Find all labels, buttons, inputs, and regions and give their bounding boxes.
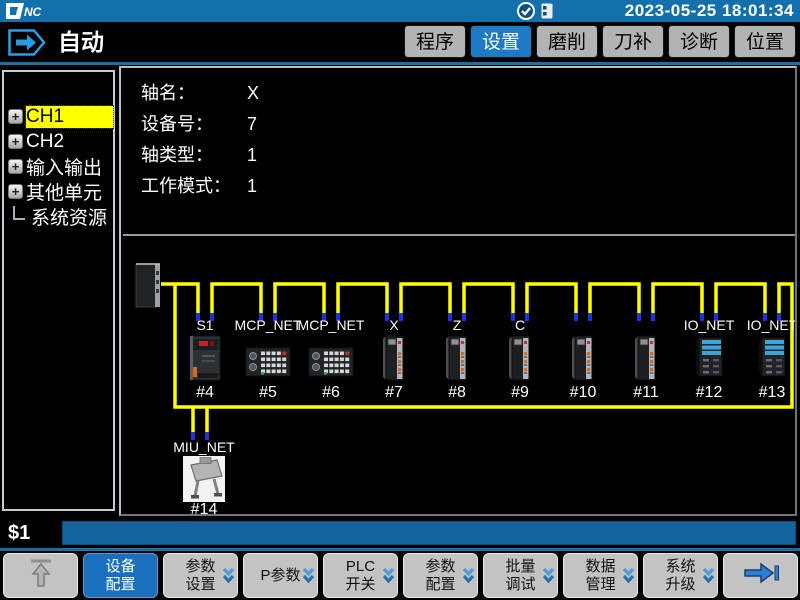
svg-text:#9: #9 xyxy=(511,384,529,401)
network-device-11: #11 xyxy=(633,336,659,401)
network-device-13: IO_NET #13 xyxy=(747,317,795,401)
channel-indicator: $1 xyxy=(8,518,30,548)
softkey-page-up[interactable] xyxy=(3,553,78,598)
host-controller-device xyxy=(136,264,160,307)
chevron-down-icon xyxy=(702,567,715,589)
svg-text:#13: #13 xyxy=(759,384,786,401)
tab-位置[interactable]: 位置 xyxy=(734,25,796,58)
page-up-arrow-icon xyxy=(24,556,58,595)
tree-elbow-icon xyxy=(13,206,25,220)
network-device-6: MCP_NET #6 xyxy=(298,317,365,401)
auto-mode-icon xyxy=(8,29,46,56)
tab-程序[interactable]: 程序 xyxy=(404,25,466,58)
svg-text:IO_NET: IO_NET xyxy=(684,317,735,333)
softkey-label: 系统升级 xyxy=(665,558,695,594)
mode-label: 自动 xyxy=(58,22,104,62)
network-device-14: MIU_NET #14 xyxy=(173,439,235,514)
svg-text:MCP_NET: MCP_NET xyxy=(298,317,365,333)
tab-磨削[interactable]: 磨削 xyxy=(536,25,598,58)
svg-text:#6: #6 xyxy=(322,384,340,401)
tree-item-CH1[interactable]: +CH1 xyxy=(4,104,113,129)
svg-text:NC: NC xyxy=(24,5,42,19)
softkey-label: PLC开关 xyxy=(345,558,375,594)
chevron-down-icon xyxy=(542,567,555,589)
network-device-8: Z #8 xyxy=(446,317,466,401)
datetime: 2023-05-25 18:01:34 xyxy=(625,0,794,22)
network-device-5: MCP_NET #5 xyxy=(235,317,302,401)
softkey-label: 批量调试 xyxy=(505,558,535,594)
expand-plus-icon[interactable]: + xyxy=(8,134,23,149)
softkey-p-param[interactable]: P参数 xyxy=(243,553,318,598)
svg-text:S1: S1 xyxy=(196,317,213,333)
main-panel: 轴名：X设备号：7轴类型：1工作模式：1 S1#4MCP_NET#5MCP_NE… xyxy=(119,66,797,516)
separator-line-top xyxy=(0,62,800,65)
softkey-param-config[interactable]: 参数配置 xyxy=(403,553,478,598)
softkey-device-config[interactable]: 设备配置 xyxy=(83,553,158,598)
svg-text:#12: #12 xyxy=(696,384,723,401)
svg-text:#4: #4 xyxy=(196,384,214,401)
expand-plus-icon[interactable]: + xyxy=(8,184,23,199)
svg-text:Z: Z xyxy=(453,317,462,333)
network-device-4: S1 #4 xyxy=(190,317,220,401)
softkey-label: 参数设置 xyxy=(185,558,215,594)
tree-item-label: 其他单元 xyxy=(26,178,102,205)
tab-刀补[interactable]: 刀补 xyxy=(602,25,664,58)
svg-text:MCP_NET: MCP_NET xyxy=(235,317,302,333)
brand-logo-icon: NC xyxy=(4,1,84,21)
network-device-7: X #7 xyxy=(383,317,403,401)
tab-bar: 程序设置磨削刀补诊断位置 xyxy=(404,25,796,58)
network-topology-diagram: S1 #4 MCP_NET #5 MCP_NET #6 X #7 Z #8 C #9 #10 #11 IO_… xyxy=(121,68,795,514)
tab-诊断[interactable]: 诊断 xyxy=(668,25,730,58)
tree-item-label: 输入输出 xyxy=(26,153,102,180)
svg-text:#5: #5 xyxy=(259,384,277,401)
svg-text:C: C xyxy=(515,317,525,333)
tree-item-label: 系统资源 xyxy=(31,203,107,230)
network-device-12: IO_NET #12 xyxy=(684,317,735,401)
svg-text:MIU_NET: MIU_NET xyxy=(173,439,235,455)
softkey-bar: 设备配置 参数设置 P参数 PLC开关 参数配置 批量调试 数据管理 系统升级 xyxy=(0,551,800,600)
softkey-param-setting[interactable]: 参数设置 xyxy=(163,553,238,598)
softkey-label: 数据管理 xyxy=(585,558,615,594)
tree-item-CH2[interactable]: +CH2 xyxy=(4,129,113,154)
chevron-down-icon xyxy=(302,567,315,589)
chevron-down-icon xyxy=(222,567,235,589)
softkey-label: P参数 xyxy=(260,567,300,585)
title-bar: 自动 程序设置磨削刀补诊断位置 xyxy=(0,22,800,62)
tree-item-其他单元[interactable]: +其他单元 xyxy=(4,179,113,204)
svg-text:#7: #7 xyxy=(385,384,403,401)
chevron-down-icon xyxy=(462,567,475,589)
network-device-9: C #9 xyxy=(509,317,529,401)
device-tree-panel: +CH1+CH2+输入输出+其他单元系统资源 xyxy=(2,70,115,511)
next-page-arrow-icon xyxy=(739,559,783,592)
tree-item-label: CH2 xyxy=(26,131,64,153)
svg-text:#11: #11 xyxy=(633,384,659,401)
storage-status-icon xyxy=(541,3,553,19)
softkey-plc-switch[interactable]: PLC开关 xyxy=(323,553,398,598)
svg-text:#8: #8 xyxy=(448,384,466,401)
tree-item-系统资源[interactable]: 系统资源 xyxy=(4,204,113,229)
command-input-bar[interactable] xyxy=(62,521,796,545)
check-status-icon xyxy=(516,1,536,21)
svg-text:X: X xyxy=(389,317,399,333)
chevron-down-icon xyxy=(622,567,635,589)
network-device-10: #10 xyxy=(570,336,597,401)
top-status-bar: NC 2023-05-25 18:01:34 xyxy=(0,0,800,22)
softkey-page-next[interactable] xyxy=(723,553,798,598)
tab-设置[interactable]: 设置 xyxy=(470,25,532,58)
svg-text:#14: #14 xyxy=(191,501,218,514)
softkey-data-manage[interactable]: 数据管理 xyxy=(563,553,638,598)
svg-text:IO_NET: IO_NET xyxy=(747,317,795,333)
expand-plus-icon[interactable]: + xyxy=(8,109,23,124)
status-bar: $1 xyxy=(0,518,800,548)
softkey-label: 参数配置 xyxy=(425,558,455,594)
softkey-batch-debug[interactable]: 批量调试 xyxy=(483,553,558,598)
svg-text:#10: #10 xyxy=(570,384,597,401)
expand-plus-icon[interactable]: + xyxy=(8,159,23,174)
tree-item-输入输出[interactable]: +输入输出 xyxy=(4,154,113,179)
softkey-system-upgrade[interactable]: 系统升级 xyxy=(643,553,718,598)
chevron-down-icon xyxy=(382,567,395,589)
tree-item-label: CH1 xyxy=(26,106,113,128)
softkey-label: 设备配置 xyxy=(105,558,135,594)
